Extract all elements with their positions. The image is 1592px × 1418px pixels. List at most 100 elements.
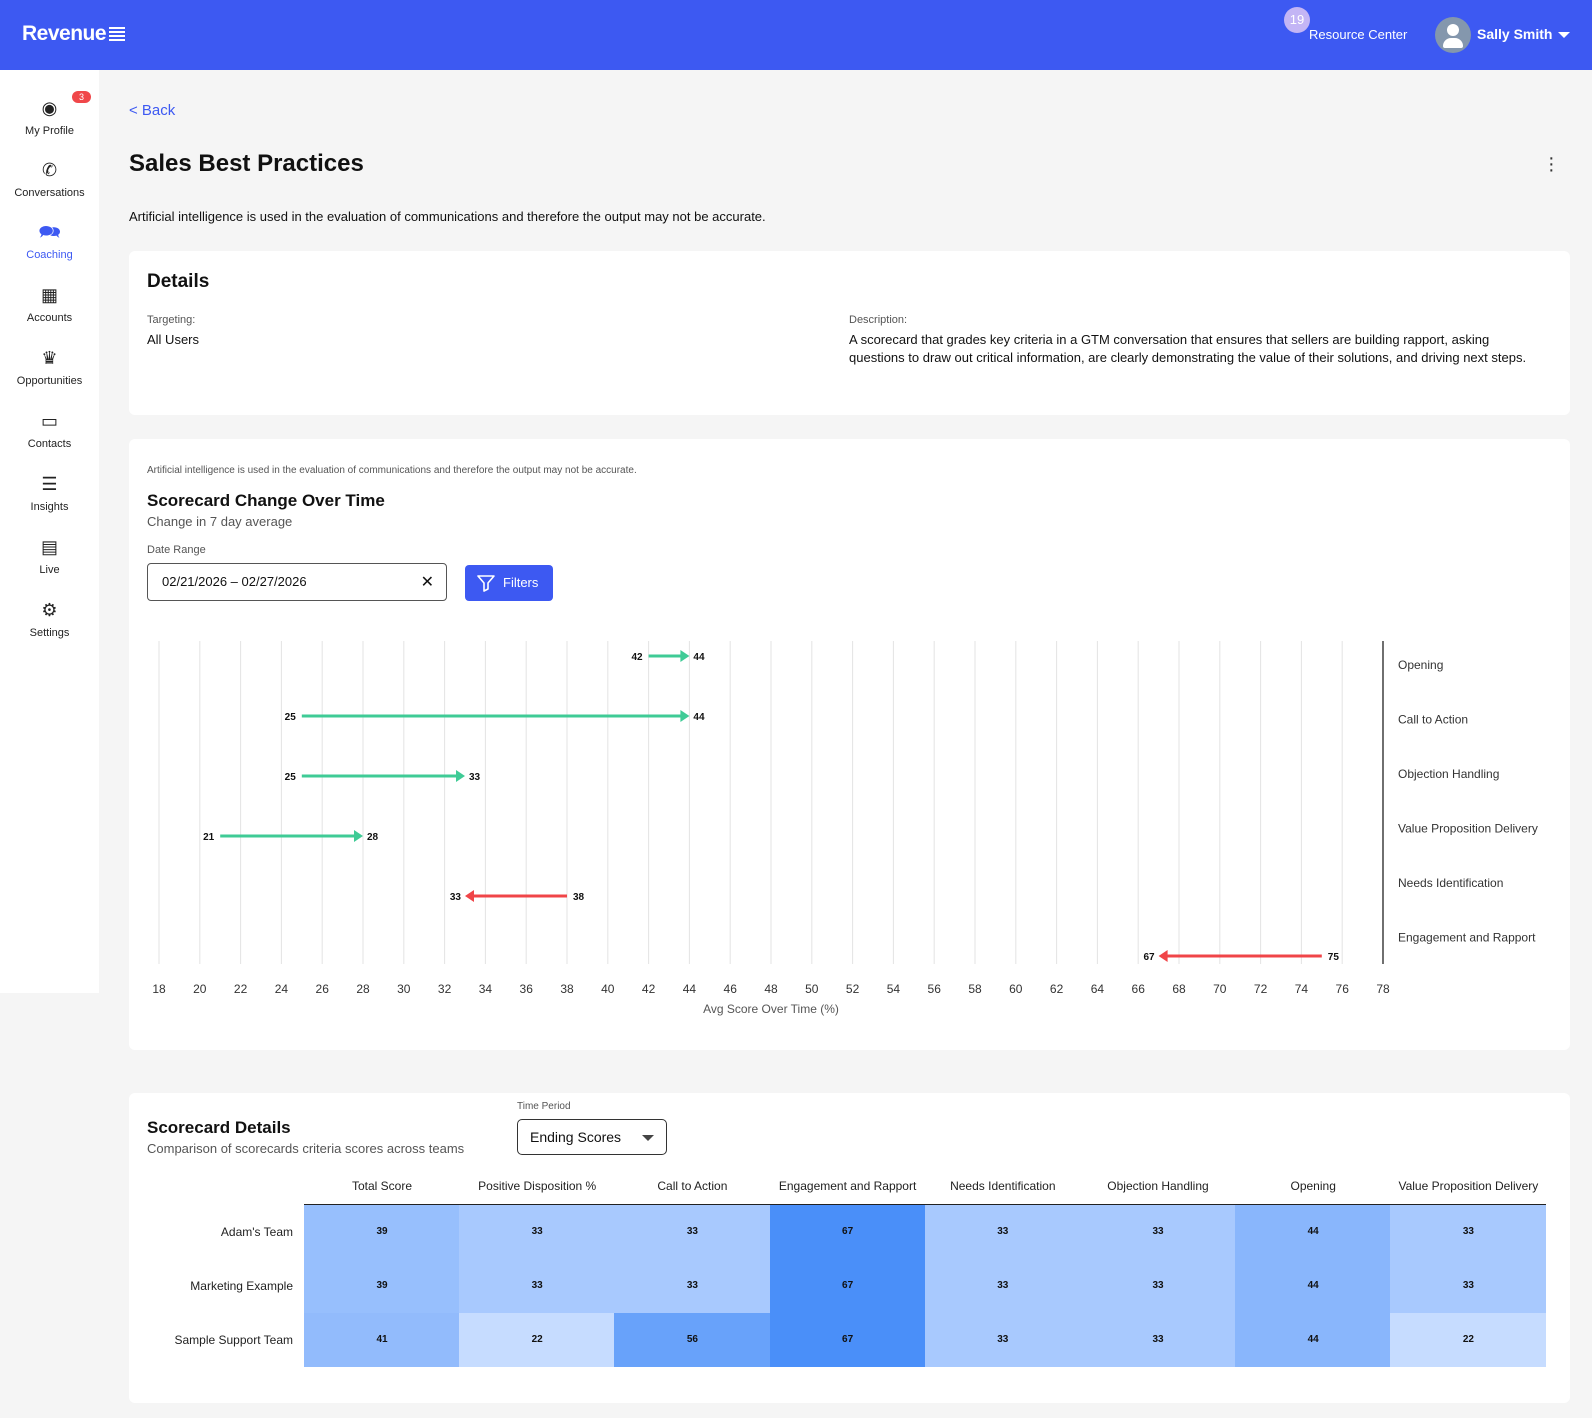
logo[interactable]: Revenue <box>22 22 126 46</box>
column-header: Opening <box>1290 1179 1336 1193</box>
heatmap-cell[interactable]: 39 <box>304 1259 460 1313</box>
details-card: Details Targeting: All Users Description… <box>129 251 1570 415</box>
heatmap-cell[interactable]: 44 <box>1235 1313 1392 1367</box>
row-label: Adam's Team <box>220 1225 293 1239</box>
phone-icon: ✆ <box>41 160 58 180</box>
time-period-select[interactable]: Ending Scores <box>517 1119 667 1155</box>
logo-text: Revenue <box>22 22 107 45</box>
heatmap-cell[interactable]: 33 <box>924 1205 1081 1259</box>
chat-bubbles-icon: 🗪 <box>38 222 61 242</box>
crown-icon: ♛ <box>41 348 58 368</box>
logo-mark-icon <box>109 27 126 42</box>
x-tick-label: 48 <box>764 982 778 996</box>
sidebar-item-accounts[interactable]: ▦ Accounts <box>0 284 99 324</box>
sidebar-item-label: Insights <box>30 501 69 513</box>
sidebar-item-coaching[interactable]: 🗪 Coaching <box>0 221 99 261</box>
sidebar-item-live[interactable]: ▤ Live <box>0 536 99 576</box>
date-range-value: 02/21/2026 – 02/27/2026 <box>162 574 307 589</box>
top-bar: Revenue 19 Resource Center Sally Smith <box>0 0 1592 70</box>
change-arrow-head <box>465 890 474 902</box>
bar-chart-icon: ☰ <box>41 474 58 494</box>
filters-button[interactable]: Filters <box>465 565 553 601</box>
x-tick-label: 22 <box>234 982 248 996</box>
x-tick-label: 62 <box>1050 982 1064 996</box>
resource-center-link[interactable]: Resource Center <box>1309 27 1407 42</box>
end-value-label: 67 <box>1143 952 1155 963</box>
x-tick-label: 24 <box>275 982 289 996</box>
x-tick-label: 26 <box>316 982 330 996</box>
heatmap-cell[interactable]: 44 <box>1235 1259 1392 1313</box>
details-title: Details <box>147 271 210 292</box>
sidebar-item-my-profile[interactable]: ◉ 3 My Profile <box>0 91 99 137</box>
date-range-label: Date Range <box>147 544 206 556</box>
heatmap-cell[interactable]: 33 <box>1080 1313 1236 1367</box>
user-name[interactable]: Sally Smith <box>1477 26 1552 42</box>
sidebar-item-label: Live <box>39 564 60 576</box>
sidebar-item-opportunities[interactable]: ♛ Opportunities <box>0 347 99 387</box>
heatmap-cell[interactable]: 39 <box>304 1205 460 1259</box>
sidebar-item-contacts[interactable]: ▭ Contacts <box>0 410 99 450</box>
heatmap-cell[interactable]: 33 <box>1390 1259 1547 1313</box>
x-tick-label: 54 <box>887 982 901 996</box>
column-header: Engagement and Rapport <box>778 1179 917 1193</box>
x-tick-label: 20 <box>193 982 207 996</box>
row-label: Marketing Example <box>190 1279 293 1293</box>
sidebar-item-settings[interactable]: ⚙ Settings <box>0 599 99 639</box>
chevron-down-icon[interactable] <box>1558 32 1570 38</box>
sidebar-item-conversations[interactable]: ✆ Conversations <box>0 159 99 199</box>
x-tick-label: 58 <box>968 982 982 996</box>
gear-icon: ⚙ <box>41 600 58 620</box>
heatmap-cell[interactable]: 44 <box>1235 1205 1392 1259</box>
x-tick-label: 50 <box>805 982 819 996</box>
more-options-icon[interactable]: · · · <box>1548 148 1555 180</box>
heatmap-cell[interactable]: 67 <box>769 1205 926 1259</box>
column-header: Positive Disposition % <box>478 1179 597 1193</box>
change-arrow-head <box>680 710 690 722</box>
avatar[interactable] <box>1435 17 1471 53</box>
heatmap-cell[interactable]: 33 <box>614 1259 771 1313</box>
sidebar-item-label: Contacts <box>27 438 72 450</box>
heatmap-cell[interactable]: 22 <box>459 1313 616 1367</box>
heatmap-cell[interactable]: 41 <box>304 1313 460 1367</box>
sidebar-item-insights[interactable]: ☰ Insights <box>0 473 99 513</box>
heatmap-cell[interactable]: 33 <box>1390 1205 1547 1259</box>
x-tick-label: 52 <box>846 982 860 996</box>
change-arrow-head <box>354 830 363 842</box>
heatmap-cell[interactable]: 33 <box>1080 1205 1236 1259</box>
sidebar-item-label: Conversations <box>14 187 85 199</box>
heatmap-cell[interactable]: 56 <box>614 1313 771 1367</box>
scorecard-change-chart: 18 20 22 24 26 28 30 32 34 36 38 40 42 44 46 48 50 52 54 56… <box>152 641 1538 1016</box>
heatmap-cell[interactable]: 33 <box>459 1205 616 1259</box>
x-tick-label: 56 <box>928 982 942 996</box>
heatmap-cell[interactable]: 33 <box>614 1205 771 1259</box>
contact-card-icon: ▭ <box>40 411 58 431</box>
back-link[interactable]: < Back <box>129 102 175 119</box>
ai-disclaimer: Artificial intelligence is used in the e… <box>129 209 766 224</box>
heatmap-cell[interactable]: 33 <box>1080 1259 1236 1313</box>
category-label: Needs Identification <box>1398 876 1503 890</box>
start-value-label: 25 <box>285 772 297 783</box>
heatmap-cell[interactable]: 22 <box>1390 1313 1547 1367</box>
heatmap-cell[interactable]: 33 <box>924 1313 1081 1367</box>
description-label: Description: <box>849 314 908 326</box>
end-value-label: 44 <box>693 712 705 723</box>
sidebar-item-label: Accounts <box>26 312 73 324</box>
start-value-label: 38 <box>573 892 585 903</box>
filter-icon <box>477 575 495 592</box>
time-period-label: Time Period <box>517 1101 571 1112</box>
x-tick-label: 78 <box>1376 982 1390 996</box>
x-tick-label: 30 <box>397 982 411 996</box>
chart-subtitle: Change in 7 day average <box>147 514 293 529</box>
x-tick-label: 34 <box>479 982 493 996</box>
date-range-input[interactable]: 02/21/2026 – 02/27/2026 ✕ <box>147 563 447 601</box>
heatmap-cell[interactable]: 33 <box>459 1259 616 1313</box>
column-header: Call to Action <box>657 1179 728 1193</box>
clear-icon[interactable]: ✕ <box>421 572 434 592</box>
end-value-label: 28 <box>367 832 379 843</box>
notification-badge: 3 <box>72 91 92 103</box>
column-header: Value Proposition Delivery <box>1398 1179 1539 1193</box>
resource-center-badge: 19 <box>1284 7 1310 33</box>
heatmap-cell[interactable]: 33 <box>924 1259 1081 1313</box>
heatmap-cell[interactable]: 67 <box>769 1259 926 1313</box>
heatmap-cell[interactable]: 67 <box>769 1313 926 1367</box>
